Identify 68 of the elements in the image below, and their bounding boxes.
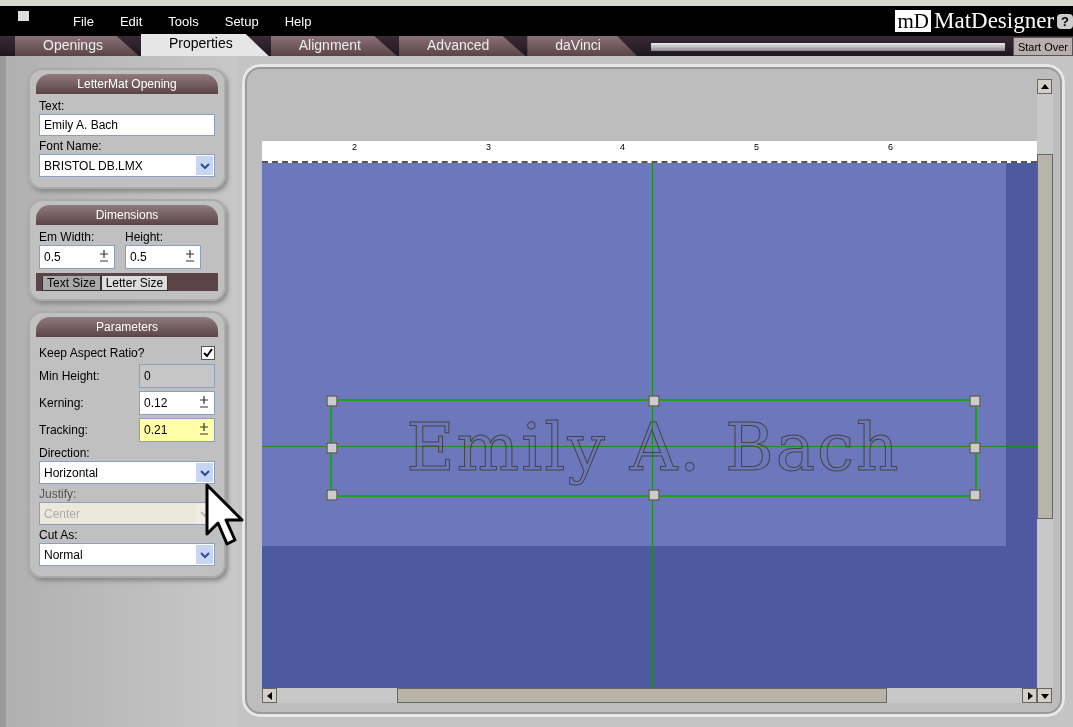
field-label: Tracking: [39, 422, 88, 438]
field-label: Direction: [39, 445, 91, 461]
tab[interactable]: Alignment [270, 36, 397, 56]
dropdown[interactable]: Normal [39, 543, 215, 566]
resize-handle[interactable] [969, 489, 981, 501]
ruler-label: 6 [888, 142, 893, 152]
resize-handle[interactable] [969, 395, 981, 407]
menu-item[interactable]: Edit [119, 13, 143, 29]
menu-item[interactable]: Help [284, 13, 312, 29]
ruler-label: 3 [486, 142, 491, 152]
scroll-thumb[interactable] [1037, 154, 1053, 519]
field-label: Height: [125, 229, 165, 245]
field-label: Kerning: [39, 395, 84, 411]
field-label: Em Width: [39, 229, 96, 245]
ruler-label: 5 [754, 142, 759, 152]
scroll-left-button[interactable] [262, 688, 277, 703]
right-arrow-icon [1026, 691, 1033, 700]
field-label: Text: [39, 98, 66, 114]
left-arrow-icon [266, 691, 273, 700]
plus-minus-icon[interactable] [200, 423, 208, 437]
field-label: Min Height: [39, 368, 100, 384]
scroll-down-button[interactable] [1037, 688, 1052, 703]
resize-handle[interactable] [648, 489, 659, 501]
scroll-thumb[interactable] [397, 688, 887, 703]
scroll-up-button[interactable] [1037, 79, 1052, 94]
tab[interactable]: Advanced [399, 36, 526, 56]
resize-handle[interactable] [969, 442, 981, 454]
dropdown[interactable]: Horizontal [39, 461, 215, 484]
number-field[interactable]: 0.12 [139, 391, 215, 415]
resize-handle[interactable] [326, 395, 338, 407]
height-spin-field[interactable]: 0.5 [125, 245, 201, 269]
text-field[interactable]: Emily A. Bach [39, 114, 215, 136]
up-arrow-icon [1040, 83, 1049, 90]
resize-handle[interactable] [648, 395, 659, 407]
menu-item[interactable]: Tools [168, 13, 199, 29]
app-name: MatDesigner [933, 8, 1055, 34]
start-over-button[interactable]: Start Over [1012, 37, 1073, 56]
size-tab[interactable]: Text Size [42, 276, 101, 291]
font-dropdown[interactable]: BRISTOL DB.LMX [39, 154, 215, 177]
menu-item[interactable]: Setup [224, 13, 259, 29]
tab[interactable]: Properties [140, 34, 269, 56]
ruler-label: 4 [620, 142, 625, 152]
resize-handle[interactable] [326, 442, 338, 454]
number-field[interactable]: 0.21 [139, 418, 215, 442]
panel-title: LetterMat Opening [36, 74, 218, 94]
panel-title: Parameters [36, 317, 218, 337]
plus-minus-icon[interactable] [186, 250, 194, 264]
logo-badge: mD [895, 10, 931, 32]
help-button[interactable]: ? [1057, 13, 1073, 29]
panel-title: Dimensions [36, 205, 218, 225]
scroll-right-button[interactable] [1022, 688, 1037, 703]
menu-item[interactable]: File [73, 13, 94, 29]
plus-minus-icon[interactable] [200, 396, 208, 410]
horizontal-scrollbar[interactable] [262, 688, 1037, 703]
checkbox[interactable] [201, 346, 215, 360]
resize-handle[interactable] [326, 489, 338, 501]
vertical-scrollbar[interactable] [1037, 79, 1053, 703]
checkbox-label: Keep Aspect Ratio? [39, 345, 145, 361]
ruler-label: 2 [352, 142, 357, 152]
field-label: Justify: [39, 486, 78, 502]
field-label: Font Name: [39, 138, 103, 154]
plus-minus-icon[interactable] [100, 250, 108, 264]
field-label: Cut As: [39, 527, 79, 543]
down-arrow-icon [1040, 692, 1049, 699]
width-spin-field[interactable]: 0.5 [39, 245, 115, 269]
tab[interactable]: Openings [15, 36, 139, 56]
tab[interactable]: daVinci [527, 36, 637, 56]
size-tab[interactable]: Letter Size [100, 276, 169, 291]
